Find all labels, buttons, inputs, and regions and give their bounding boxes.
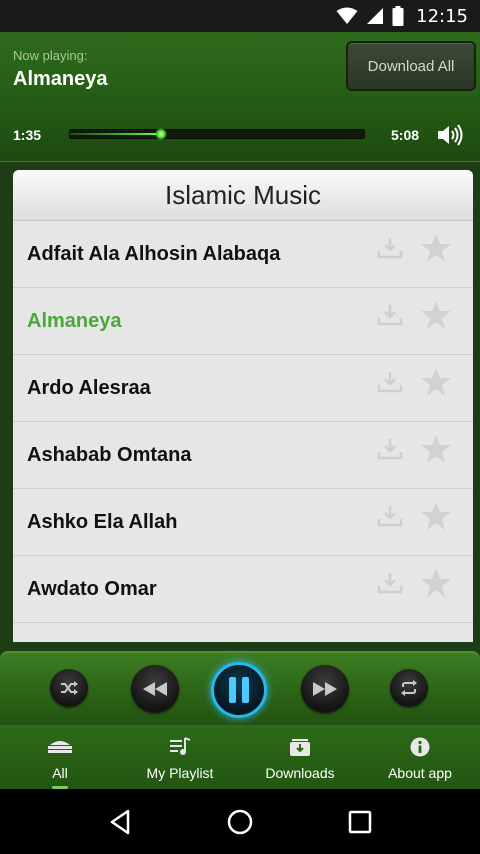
playlist-row[interactable]: Almaneya [13, 288, 473, 355]
info-icon [410, 737, 430, 757]
system-nav-bar [0, 789, 480, 854]
recents-icon[interactable] [348, 810, 372, 834]
tab-my-playlist-label: My Playlist [146, 765, 214, 781]
tab-all-label: All [52, 765, 68, 781]
player-controls [0, 651, 480, 725]
all-music-icon [48, 741, 72, 753]
now-playing-title: Almaneya [13, 68, 108, 90]
tab-about-app-label: About app [388, 765, 452, 781]
fast-forward-button[interactable] [301, 665, 349, 713]
star-icon[interactable] [420, 367, 452, 397]
download-icon[interactable] [377, 570, 403, 596]
playlist-list: Adfait Ala Alhosin Alabaqa Almaneya Ardo A… [13, 221, 473, 642]
rewind-button[interactable] [131, 665, 179, 713]
fast-forward-icon [313, 682, 337, 696]
playlist-icon [170, 737, 191, 755]
back-icon[interactable] [108, 809, 132, 835]
repeat-button[interactable] [390, 669, 428, 707]
tab-about-app[interactable]: About app [360, 725, 480, 789]
playlist-row[interactable]: Ashabab Omtana [13, 422, 473, 489]
playlist-panel: Islamic Music Adfait Ala Alhosin Alabaqa… [13, 170, 473, 642]
tab-my-playlist[interactable]: My Playlist [120, 725, 240, 789]
playlist-row-partial[interactable] [13, 623, 473, 642]
download-icon[interactable] [377, 369, 403, 395]
playlist-row[interactable]: Adfait Ala Alhosin Alabaqa [13, 221, 473, 288]
playlist-row[interactable]: Ardo Alesraa [13, 355, 473, 422]
home-icon[interactable] [227, 809, 253, 835]
repeat-icon [401, 680, 417, 696]
download-icon[interactable] [377, 302, 403, 328]
shuffle-button[interactable] [50, 669, 88, 707]
star-icon[interactable] [420, 501, 452, 531]
download-icon[interactable] [377, 503, 403, 529]
pause-icon [229, 677, 249, 703]
now-playing-header: Now playing: Almaneya Download All 1:35 … [0, 32, 480, 162]
current-time: 1:35 [13, 127, 42, 143]
downloads-icon [290, 739, 310, 756]
playlist-row[interactable]: Ashko Ela Allah [13, 489, 473, 556]
status-clock: 12:15 [416, 5, 468, 27]
tab-downloads[interactable]: Downloads [240, 725, 360, 789]
wifi-icon [336, 7, 358, 24]
total-time: 5:08 [391, 127, 420, 143]
playlist-row[interactable]: Awdato Omar [13, 556, 473, 623]
download-icon[interactable] [377, 436, 403, 462]
track-title: Awdato Omar [27, 578, 157, 600]
track-title: Ashko Ela Allah [27, 511, 178, 533]
seek-progress [70, 133, 162, 135]
star-icon[interactable] [420, 300, 452, 330]
cell-signal-icon [367, 8, 384, 24]
tab-all[interactable]: All [0, 725, 120, 789]
rewind-icon [143, 682, 167, 696]
star-icon[interactable] [420, 568, 452, 598]
download-all-button[interactable]: Download All [346, 41, 476, 91]
track-title: Ardo Alesraa [27, 377, 151, 399]
battery-icon [392, 6, 404, 26]
now-playing-label: Now playing: [13, 48, 88, 63]
bottom-tab-bar: All My Playlist Downloads About app [0, 725, 480, 789]
download-icon[interactable] [377, 235, 403, 261]
volume-icon[interactable] [436, 123, 464, 147]
shuffle-icon [61, 681, 78, 695]
track-title: Adfait Ala Alhosin Alabaqa [27, 243, 281, 265]
track-title: Ashabab Omtana [27, 444, 192, 466]
status-bar: 12:15 [0, 0, 480, 32]
track-title: Almaneya [27, 310, 122, 332]
seek-handle[interactable] [155, 128, 168, 140]
tab-downloads-label: Downloads [265, 765, 335, 781]
seek-bar[interactable] [69, 128, 365, 140]
star-icon[interactable] [420, 434, 452, 464]
playlist-title: Islamic Music [13, 170, 473, 221]
star-icon[interactable] [420, 233, 452, 263]
pause-button[interactable] [211, 662, 267, 718]
